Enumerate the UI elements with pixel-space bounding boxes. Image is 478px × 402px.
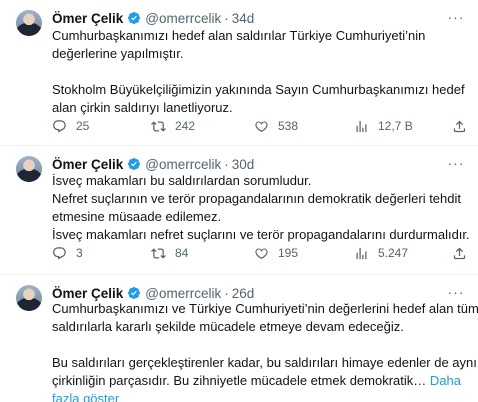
tweet-time[interactable]: 34d <box>232 11 255 26</box>
share-icon <box>453 247 466 259</box>
more-options-icon[interactable]: ··· <box>446 283 466 301</box>
show-more-link-continued[interactable]: fazla göster <box>52 391 119 402</box>
author-name[interactable]: Ömer Çelik <box>52 286 123 301</box>
more-options-icon[interactable]: ··· <box>446 8 466 26</box>
retweet-count: 242 <box>175 119 196 133</box>
retweet-button[interactable]: 84 <box>151 244 188 262</box>
verified-badge-icon <box>128 12 141 24</box>
tweet-text-line: Cumhurbaşkanımızı hedef alan saldırılar … <box>52 28 426 43</box>
views-icon <box>356 247 367 259</box>
tweet-header: Ömer Çelik @omerrcelik · 30d <box>52 155 254 173</box>
tweet-text-line: Stokholm Büyükelçiliğimizin yakınında Sa… <box>52 82 465 97</box>
verified-badge-icon <box>128 158 141 170</box>
retweet-count: 84 <box>175 246 189 260</box>
verified-badge-icon <box>128 287 141 299</box>
separator-dot: · <box>224 285 229 301</box>
views-button[interactable]: 5.247 <box>354 244 408 262</box>
author-handle[interactable]: @omerrcelik <box>145 286 221 301</box>
tweet-2[interactable]: Ömer Çelik @omerrcelik · 30d ··· İsveç m… <box>0 146 478 275</box>
tweet-time[interactable]: 30d <box>232 157 255 172</box>
share-button[interactable] <box>452 244 476 262</box>
author-handle[interactable]: @omerrcelik <box>145 11 221 26</box>
separator-dot: · <box>224 156 229 172</box>
action-bar: 25 242 538 12,7 B <box>52 117 472 135</box>
views-button[interactable]: 12,7 B <box>354 117 413 135</box>
like-button[interactable]: 195 <box>254 244 298 262</box>
tweet-text-line-truncated: çirkinliğin parçasıdır. Bu zihniyetle mü… <box>52 373 427 388</box>
show-more-link[interactable]: Daha <box>430 373 461 388</box>
more-options-icon[interactable]: ··· <box>446 154 466 172</box>
tweet-text-line: İsveç makamları nefret suçlarını ve terö… <box>52 227 470 242</box>
tweet-1[interactable]: Ömer Çelik @omerrcelik · 34d ··· Cumhurb… <box>0 0 478 146</box>
tweet-text-line: alan çirkin saldırıyı lanetliyoruz. <box>52 100 233 115</box>
heart-icon <box>255 120 268 132</box>
tweet-text-line: değerlerine yapılmıştır. <box>52 46 184 61</box>
reply-button[interactable]: 3 <box>52 244 83 262</box>
author-name[interactable]: Ömer Çelik <box>52 11 123 26</box>
retweet-icon <box>151 247 166 259</box>
tweet-3[interactable]: Ömer Çelik @omerrcelik · 26d ··· Cumhurb… <box>0 275 478 402</box>
action-bar: 3 84 195 5.247 <box>52 244 472 262</box>
like-button[interactable]: 538 <box>254 117 298 135</box>
reply-count: 3 <box>76 246 83 260</box>
share-icon <box>453 120 466 132</box>
avatar[interactable] <box>16 285 42 311</box>
author-handle[interactable]: @omerrcelik <box>145 157 221 172</box>
retweet-icon <box>151 120 166 132</box>
reply-icon <box>53 119 66 133</box>
tweet-text: Cumhurbaşkanımızı ve Türkiye Cumhuriyeti… <box>52 300 478 402</box>
views-icon <box>356 120 367 132</box>
retweet-button[interactable]: 242 <box>151 117 195 135</box>
tweet-text-line: Bu saldırıları gerçekleştirenler kadar, … <box>52 355 477 370</box>
tweet-text-line: İsveç makamları bu saldırılardan sorumlu… <box>52 173 312 188</box>
views-count: 12,7 B <box>378 119 413 133</box>
tweet-text-line: etmesine müsaade edilemez. <box>52 209 222 224</box>
share-button[interactable] <box>452 117 476 135</box>
tweet-text-line: saldırılarla kararlı şekilde mücadele et… <box>52 319 404 334</box>
tweet-text-line: çirkinliğin parçasıdır. Bu zihniyetle mü… <box>52 372 464 390</box>
tweet-text-line: Nefret suçlarının ve terör propagandalar… <box>52 191 461 206</box>
heart-icon <box>255 247 268 259</box>
like-count: 538 <box>278 119 299 133</box>
tweet-text-line: fazla göster <box>52 390 464 402</box>
tweet-text-line: Cumhurbaşkanımızı ve Türkiye Cumhuriyeti… <box>52 301 478 316</box>
tweet-text: İsveç makamları bu saldırılardan sorumlu… <box>52 172 470 244</box>
avatar[interactable] <box>16 156 42 182</box>
avatar[interactable] <box>16 10 42 36</box>
separator-dot: · <box>224 10 229 26</box>
reply-icon <box>53 246 66 260</box>
tweet-time[interactable]: 26d <box>232 286 255 301</box>
tweet-text: Cumhurbaşkanımızı hedef alan saldırılar … <box>52 27 465 117</box>
tweet-header: Ömer Çelik @omerrcelik · 34d <box>52 9 254 27</box>
reply-button[interactable]: 25 <box>52 117 89 135</box>
views-count: 5.247 <box>378 246 409 260</box>
reply-count: 25 <box>76 119 90 133</box>
like-count: 195 <box>278 246 299 260</box>
author-name[interactable]: Ömer Çelik <box>52 157 123 172</box>
